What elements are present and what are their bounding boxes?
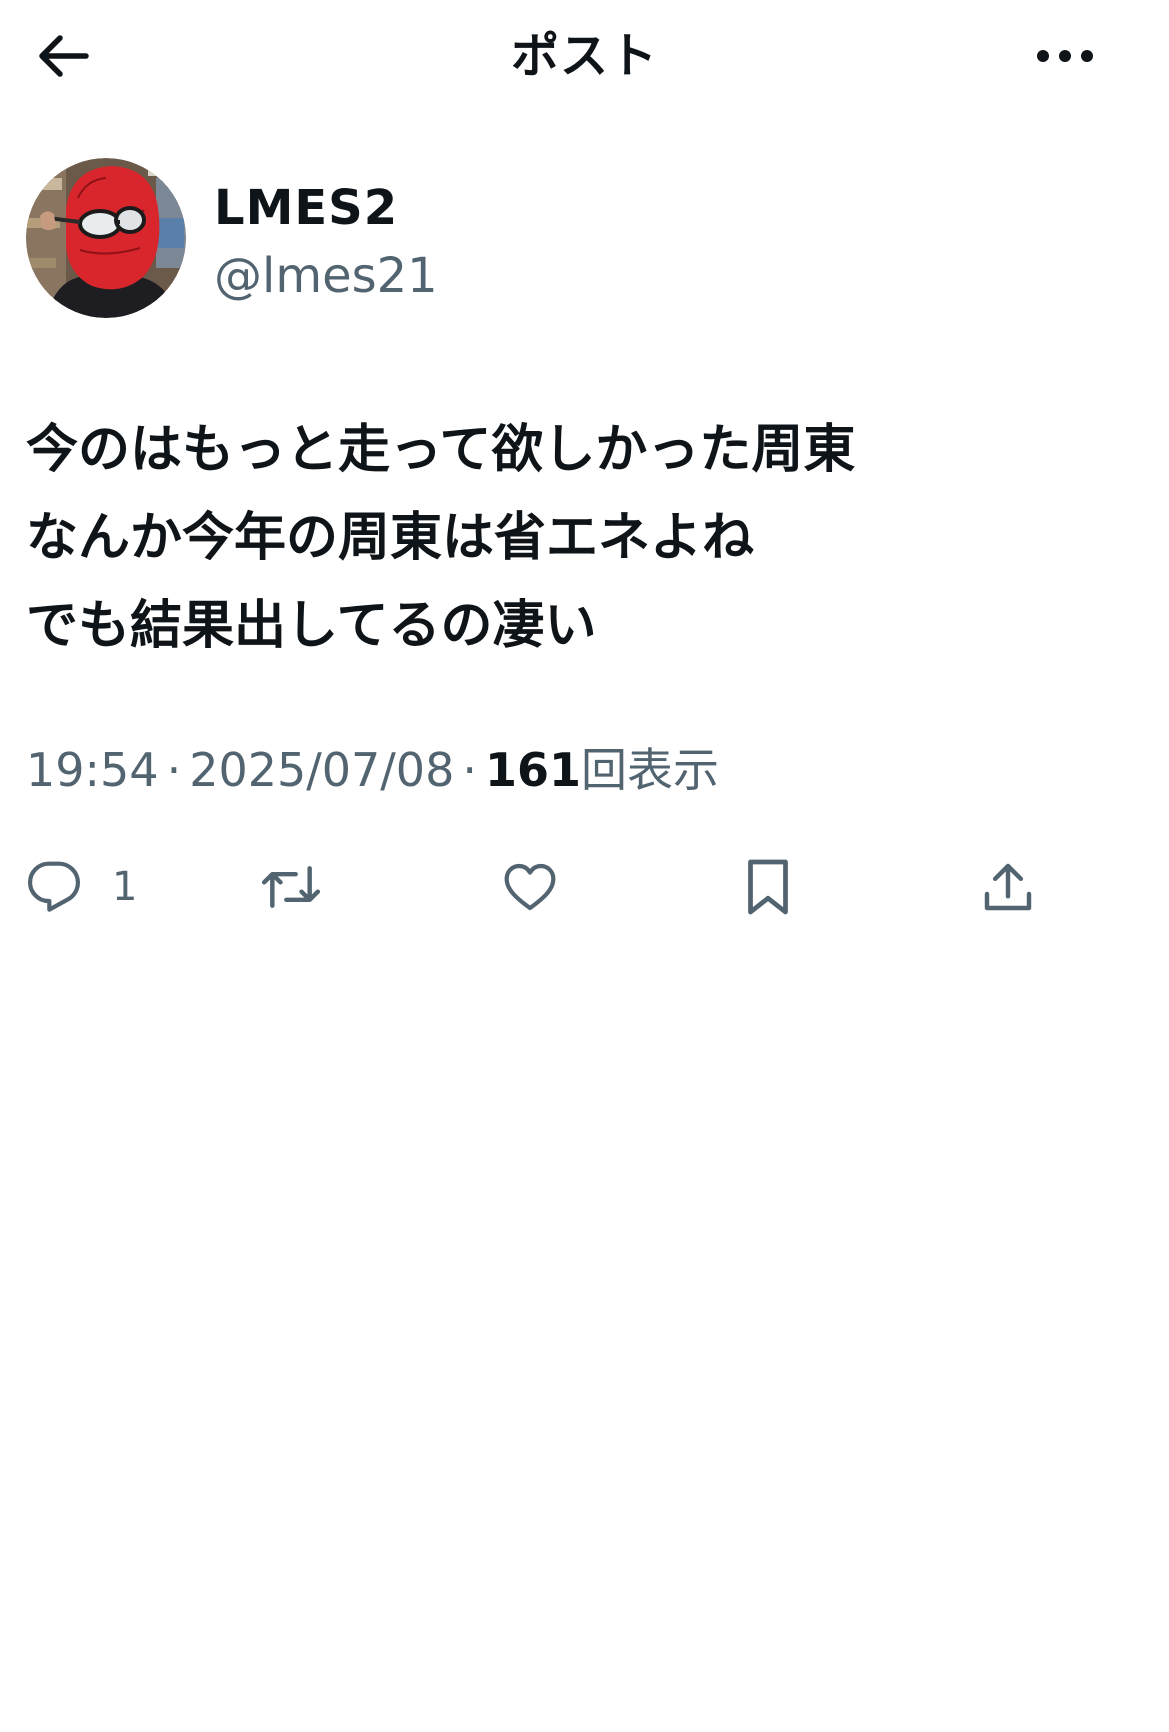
share-icon — [984, 863, 1032, 911]
meta-separator: · — [166, 743, 182, 797]
reply-button[interactable]: 1 — [26, 850, 137, 924]
reply-count: 1 — [112, 864, 138, 910]
meta-separator: · — [462, 743, 477, 797]
bookmark-button[interactable] — [742, 850, 794, 924]
page-title: ポスト — [510, 28, 658, 84]
back-button[interactable] — [26, 26, 98, 86]
tweet-line: なんか今年の周東は省エネよね — [26, 508, 755, 568]
action-bar: 1 — [0, 850, 1169, 924]
retweet-button[interactable] — [260, 850, 322, 924]
more-horizontal-icon — [1037, 50, 1093, 62]
tweet-text: 今のはもっと走って欲しかった周東 なんか今年の周東は省エネよね でも結果出してる… — [26, 406, 1136, 670]
views-label[interactable]: 回表示 — [581, 743, 719, 797]
heart-icon — [504, 863, 556, 911]
author-block: LMES2 @lmes21 — [26, 158, 826, 320]
reply-icon — [27, 861, 81, 912]
retweet-icon — [261, 866, 321, 908]
bookmark-icon — [748, 859, 788, 915]
tweet-line: でも結果出してるの凄い — [26, 596, 597, 656]
share-button[interactable] — [980, 850, 1036, 924]
views-count[interactable]: 161 — [485, 743, 581, 797]
display-name[interactable]: LMES2 — [214, 178, 398, 238]
post-time[interactable]: 19:54 — [26, 743, 159, 797]
like-button[interactable] — [502, 850, 558, 924]
more-options-button[interactable] — [1020, 26, 1110, 86]
tweet-line: 今のはもっと走って欲しかった周東 — [26, 420, 856, 480]
post-date[interactable]: 2025/07/08 — [189, 743, 454, 797]
avatar[interactable] — [26, 158, 186, 318]
user-handle[interactable]: @lmes21 — [214, 246, 438, 306]
tweet-metadata: 19:54 · 2025/07/08 · 161回表示 — [26, 738, 719, 802]
avatar-red-mask-icon — [26, 158, 186, 318]
top-bar: ポスト — [0, 0, 1169, 112]
arrow-left-icon — [39, 35, 89, 77]
